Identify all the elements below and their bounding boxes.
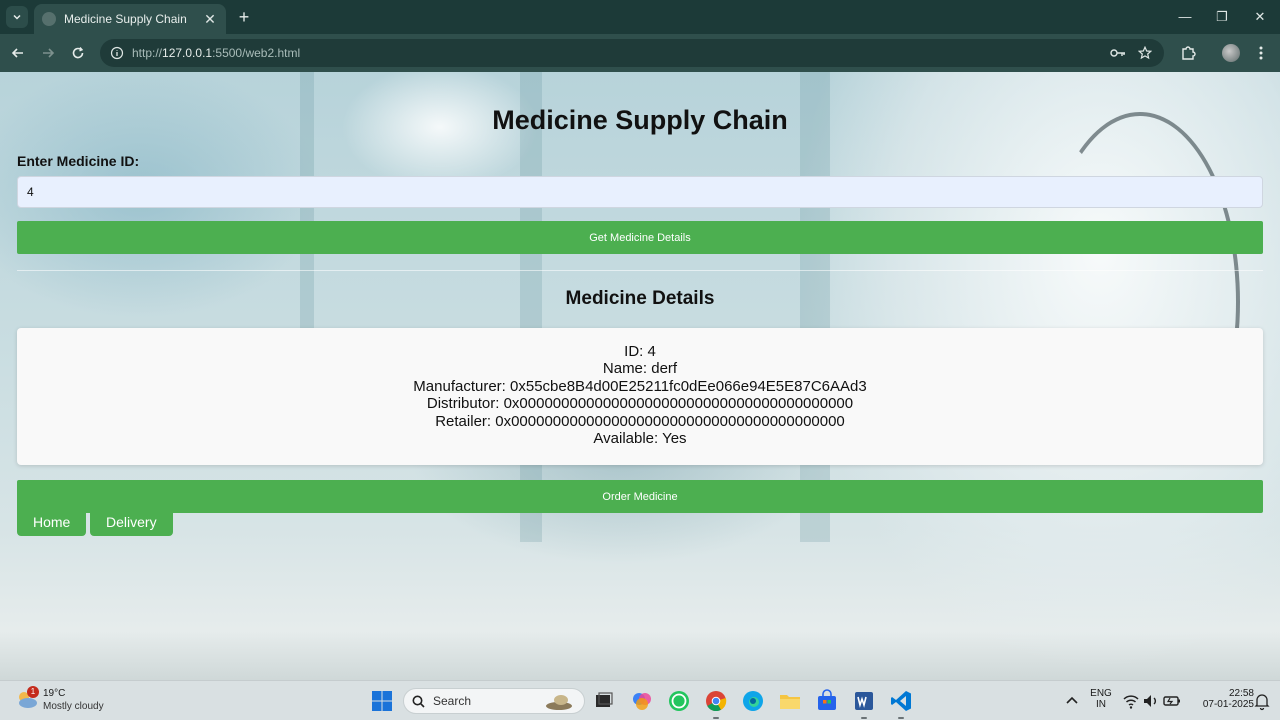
volume-icon[interactable] [1142, 689, 1160, 713]
browser-tab-active[interactable]: Medicine Supply Chain ✕ [34, 4, 226, 34]
nav-home-link[interactable]: Home [17, 511, 87, 536]
search-placeholder: Search [433, 694, 472, 708]
detail-name: Name: derf [602, 360, 678, 378]
language-indicator[interactable]: ENG IN [1088, 688, 1114, 710]
detail-manufacturer: Manufacturer: 0x55cbe8B4d00E25211fc0dEe0… [413, 377, 867, 395]
clock-time: 22:58 [1228, 688, 1254, 699]
avatar [1222, 44, 1240, 62]
url-text: http://127.0.0.1:5500/web2.html [132, 46, 301, 60]
arrow-right-icon [43, 48, 55, 58]
detail-distributor: Distributor: 0x0000000000000000000000000… [426, 395, 854, 413]
minimize-button[interactable]: — [1175, 7, 1195, 27]
medicine-id-label: Enter Medicine ID: [17, 153, 140, 169]
word-icon[interactable] [852, 689, 876, 713]
chevron-down-icon [13, 14, 21, 20]
weather-condition: Mostly cloudy [43, 701, 104, 712]
whatsapp-icon[interactable] [667, 689, 691, 713]
running-indicator [713, 717, 719, 719]
medicine-id-input[interactable] [17, 176, 1263, 208]
divider [17, 270, 1263, 271]
get-medicine-details-button[interactable]: Get Medicine Details [17, 221, 1263, 254]
vscode-icon[interactable] [889, 689, 913, 713]
microsoft-store-icon[interactable] [815, 689, 839, 713]
back-button[interactable] [7, 42, 29, 64]
taskbar-search-box[interactable]: Search [403, 688, 585, 714]
page-title: Medicine Supply Chain [492, 105, 788, 135]
battery-icon[interactable] [1162, 689, 1182, 713]
medicine-details-heading: Medicine Details [565, 288, 715, 309]
page-viewport: Medicine Supply Chain Enter Medicine ID:… [0, 72, 1280, 680]
medicine-details-card: ID: 4 Name: derf Manufacturer: 0x55cbe8B… [17, 328, 1263, 465]
weather-temperature: 19°C [43, 688, 66, 699]
windows-start-icon[interactable] [370, 689, 394, 713]
restore-button[interactable]: ❐ [1212, 7, 1232, 27]
forward-button[interactable] [37, 42, 59, 64]
file-explorer-icon[interactable] [778, 689, 802, 713]
nav-delivery-link[interactable]: Delivery [90, 511, 173, 536]
notification-bell-icon[interactable] [1254, 689, 1270, 713]
tab-title: Medicine Supply Chain [64, 12, 187, 26]
detail-id: ID: 4 [624, 343, 656, 360]
notification-badge: 1 [27, 686, 39, 698]
reload-button[interactable] [67, 42, 89, 64]
extensions-button[interactable] [1177, 42, 1199, 64]
windows-taskbar: 1 19°C Mostly cloudy Search ENG IN 22:58… [0, 680, 1280, 720]
chrome-icon[interactable] [704, 689, 728, 713]
copilot-icon[interactable] [630, 689, 654, 713]
detail-available: Available: Yes [593, 430, 687, 448]
edge-icon[interactable] [741, 689, 765, 713]
puzzle-icon [1182, 46, 1196, 60]
address-bar[interactable]: http://127.0.0.1:5500/web2.html [100, 39, 1164, 67]
browser-tab-bar: Medicine Supply Chain ✕ + — ❐ ✕ [0, 0, 1280, 34]
site-info-icon[interactable] [110, 46, 124, 60]
tab-search-button[interactable] [6, 6, 28, 28]
language-code: ENG [1090, 688, 1112, 699]
profile-avatar[interactable] [1220, 42, 1242, 64]
task-view-icon[interactable] [592, 689, 616, 713]
new-tab-button[interactable]: + [234, 7, 254, 27]
bookmark-star-icon[interactable] [1135, 43, 1155, 63]
browser-toolbar: http://127.0.0.1:5500/web2.html [0, 34, 1280, 72]
detail-retailer: Retailer: 0x0000000000000000000000000000… [435, 412, 845, 430]
search-icon [412, 695, 425, 708]
arrow-left-icon [11, 48, 23, 58]
clock[interactable]: 22:58 07-01-2025 [1186, 688, 1254, 710]
region-code: IN [1096, 699, 1106, 710]
more-vertical-icon [1259, 46, 1263, 60]
order-medicine-button[interactable]: Order Medicine [17, 480, 1263, 513]
close-tab-icon[interactable]: ✕ [202, 11, 218, 28]
globe-icon [42, 12, 56, 26]
close-window-button[interactable]: ✕ [1250, 7, 1270, 27]
password-key-icon[interactable] [1108, 43, 1128, 63]
reload-icon [72, 47, 84, 59]
search-highlight-icon [546, 695, 572, 710]
browser-menu-button[interactable] [1250, 42, 1272, 64]
wifi-icon[interactable] [1122, 689, 1140, 713]
clock-date: 07-01-2025 [1202, 699, 1254, 710]
running-indicator [898, 717, 904, 719]
chevron-up-icon[interactable] [1060, 689, 1084, 713]
running-indicator [861, 717, 867, 719]
